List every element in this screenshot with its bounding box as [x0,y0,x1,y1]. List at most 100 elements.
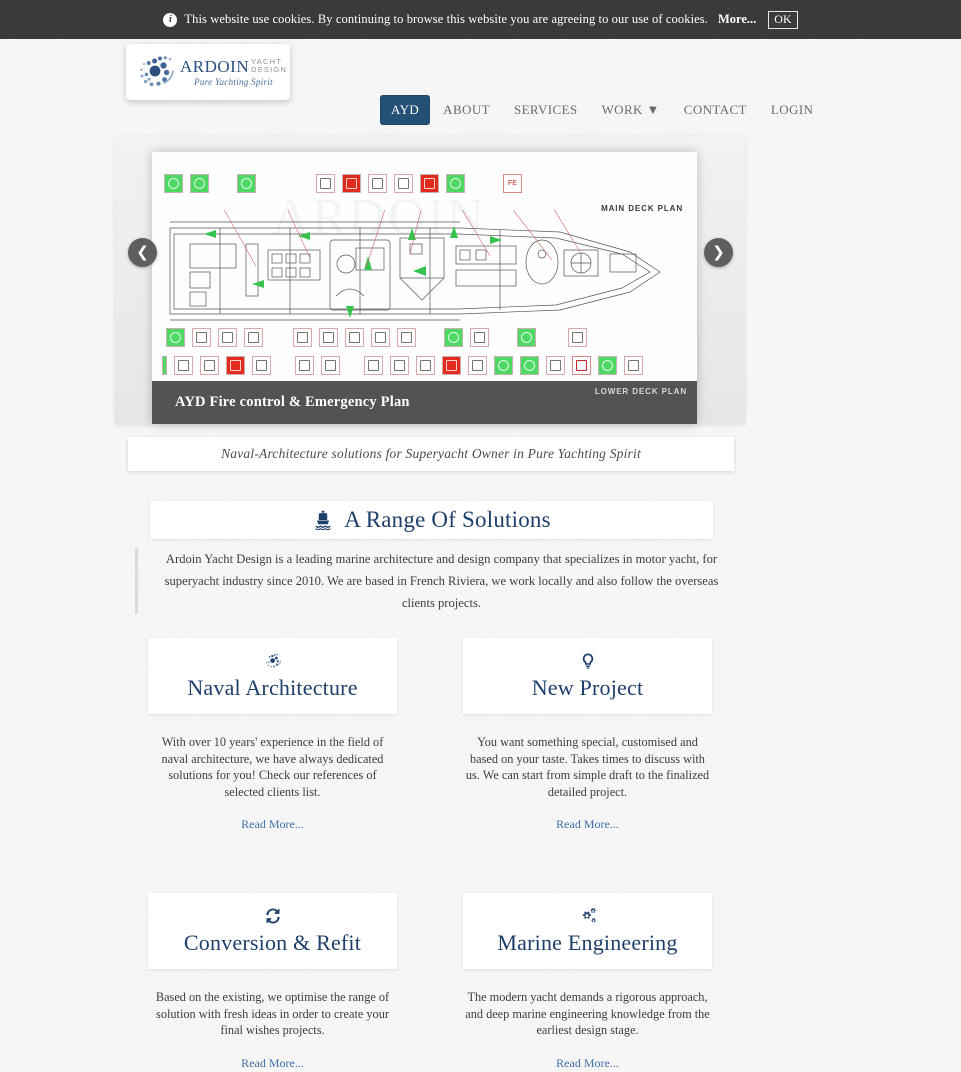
card-description: Based on the existing, we optimise the r… [155,990,390,1037]
safety-symbol [468,356,487,375]
nav-item-about[interactable]: ABOUT [432,95,501,125]
safety-symbol [342,174,361,193]
safety-symbol [237,174,256,193]
card-header: Conversion & Refit [148,893,397,969]
card-header: Naval Architecture [148,638,397,714]
carousel-caption-text: AYD Fire control & Emergency Plan [175,394,410,410]
cookie-more-link[interactable]: More... [718,12,756,27]
info-icon: i [163,12,178,27]
safety-symbol [517,328,536,347]
safety-symbol [598,356,617,375]
cookie-consent-bar: i This website use cookies. By continuin… [0,0,961,39]
safety-symbol [446,174,465,193]
safety-symbol [321,356,340,375]
safety-symbol [368,174,387,193]
safety-symbol [319,328,338,347]
service-card-naval-architecture: Naval Architecture With over 10 years' e… [148,638,397,833]
symbol-row-middle [166,328,587,347]
logo-brand: ARDOIN [180,56,250,76]
safety-symbol [520,356,539,375]
safety-symbol [174,356,193,375]
safety-symbol [345,328,364,347]
safety-symbol [394,174,413,193]
card-body: With over 10 years' experience in the fi… [148,714,397,833]
symbol-row-top: FE [164,174,522,193]
safety-symbol [442,356,461,375]
safety-symbol [390,356,409,375]
site-tagline-bar: Naval-Architecture solutions for Superya… [128,437,734,471]
safety-symbol [166,328,185,347]
intro-block: Ardoin Yacht Design is a leading marine … [135,548,733,614]
safety-symbol [226,356,245,375]
card-body: The modern yacht demands a rigorous appr… [463,969,712,1072]
safety-symbol [190,174,209,193]
safety-symbol [572,356,591,375]
nav-item-work[interactable]: WORK ▼ [591,95,671,125]
section-heading: A Range Of Solutions [150,501,713,539]
cookie-ok-button[interactable]: OK [768,10,798,29]
site-logo[interactable]: ARDOIN YACHT DESIGN Pure Yachting Spirit [126,44,290,100]
spiral-logo-icon [140,56,174,87]
safety-symbol [420,174,439,193]
symbol-row-bottom [162,356,643,375]
logo-sub-design: DESIGN [251,64,288,74]
carousel-caption: AYD Fire control & Emergency Plan LOWER … [152,381,697,424]
logo-tagline: Pure Yachting Spirit [194,76,273,87]
gears-icon [469,905,706,927]
card-title: New Project [531,675,644,700]
carousel-next-button[interactable]: ❯ [704,238,733,267]
nav-item-ayd[interactable]: AYD [380,95,431,125]
safety-symbol [397,328,416,347]
safety-symbol [252,356,271,375]
hero-carousel: ARDOIN MAIN DECK PLAN FE AYD Fire contro… [115,136,745,424]
nav-item-login[interactable]: LOGIN [760,95,824,125]
carousel-prev-button[interactable]: ❮ [128,238,157,267]
read-more-link[interactable]: Read More... [556,817,619,832]
safety-symbol [200,356,219,375]
ship-icon [315,510,331,531]
cookie-message: This website use cookies. By continuing … [184,12,708,26]
intro-paragraph: Ardoin Yacht Design is a leading marine … [164,552,719,610]
service-card-new-project: New Project You want something special, … [463,638,712,833]
card-body: You want something special, customised a… [463,714,712,833]
safety-symbol [192,328,211,347]
card-title: Conversion & Refit [183,930,362,955]
site-tagline-text: Naval-Architecture solutions for Superya… [221,446,641,461]
nav-item-services[interactable]: SERVICES [503,95,589,125]
services-row-2: Conversion & Refit Based on the existing… [148,893,713,1072]
safety-symbol [494,356,513,375]
main-navigation: AYD ABOUT SERVICES WORK ▼ CONTACT LOGIN [380,95,824,125]
nav-item-contact[interactable]: CONTACT [673,95,758,125]
read-more-link[interactable]: Read More... [241,817,304,832]
safety-symbol [568,328,587,347]
safety-symbol [295,356,314,375]
section-title: A Range Of Solutions [344,507,551,532]
safety-symbol [546,356,565,375]
card-description: You want something special, customised a… [465,735,710,799]
services-grid: Naval Architecture With over 10 years' e… [148,638,713,1072]
safety-symbol [470,328,489,347]
safety-symbol [364,356,383,375]
safety-symbol [162,356,167,375]
safety-symbol [416,356,435,375]
safety-symbol [164,174,183,193]
safety-symbol [624,356,643,375]
card-description: The modern yacht demands a rigorous appr… [465,990,710,1037]
read-more-link[interactable]: Read More... [241,1056,304,1071]
fe-symbol: FE [503,174,522,193]
carousel-slide[interactable]: ARDOIN MAIN DECK PLAN FE AYD Fire contro… [152,152,697,424]
read-more-link[interactable]: Read More... [556,1056,619,1071]
safety-symbol [293,328,312,347]
lower-deck-plan-label: LOWER DECK PLAN [594,387,687,396]
card-title: Marine Engineering [497,930,678,955]
card-header: New Project [463,638,712,714]
site-header: ARDOIN YACHT DESIGN Pure Yachting Spirit… [0,39,961,125]
safety-symbol [371,328,390,347]
services-row-1: Naval Architecture With over 10 years' e… [148,638,713,833]
service-card-marine-engineering: Marine Engineering The modern yacht dema… [463,893,712,1072]
spiral-logo-icon [154,650,391,672]
service-card-conversion-refit: Conversion & Refit Based on the existing… [148,893,397,1072]
logo-wordmark: ARDOIN YACHT DESIGN Pure Yachting Spirit [180,56,288,87]
card-title: Naval Architecture [187,675,358,700]
safety-symbol [218,328,237,347]
